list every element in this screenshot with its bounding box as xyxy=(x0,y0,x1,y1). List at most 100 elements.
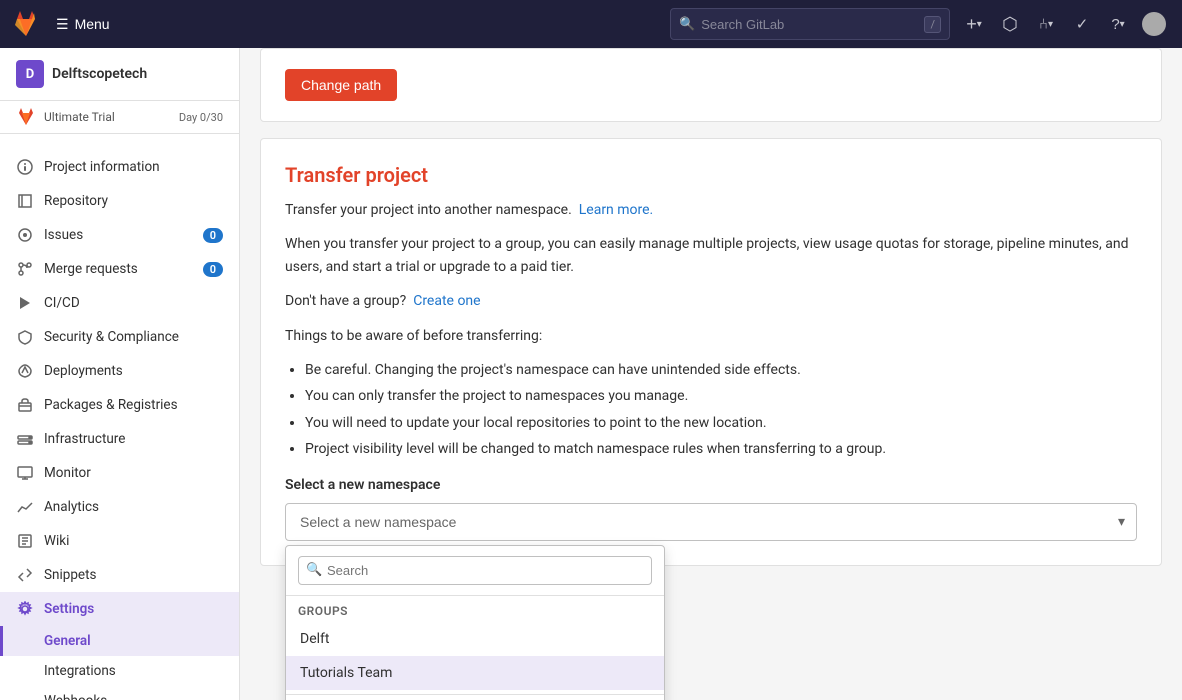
search-input[interactable] xyxy=(701,17,918,32)
user-avatar-button[interactable] xyxy=(1138,8,1170,40)
todos-button[interactable]: ✓ xyxy=(1066,8,1098,40)
todo-icon: ✓ xyxy=(1076,15,1089,33)
packages-icon xyxy=(16,396,34,414)
trial-banner: Ultimate Trial Day 0/30 xyxy=(0,101,239,134)
namespace-select-wrapper: Select a new namespace ▾ 🔍 Groups Delft xyxy=(285,503,1137,541)
sidebar-sub-item-general[interactable]: General xyxy=(0,626,239,656)
bullet-2: You will need to update your local repos… xyxy=(305,412,1137,434)
trial-badge: Day 0/30 xyxy=(179,111,223,124)
transfer-bullets: Be careful. Changing the project's names… xyxy=(305,359,1137,461)
sidebar-item-issues[interactable]: Issues 0 xyxy=(0,218,239,252)
namespace-select[interactable]: Select a new namespace xyxy=(285,503,1137,541)
repository-icon xyxy=(16,192,34,210)
org-name: Delftscopetech xyxy=(52,66,147,82)
monitor-icon xyxy=(16,464,34,482)
bullet-0: Be careful. Changing the project's names… xyxy=(305,359,1137,381)
sidebar-item-merge-requests[interactable]: Merge requests 0 xyxy=(0,252,239,286)
sidebar: D Delftscopetech Ultimate Trial Day 0/30… xyxy=(0,48,240,700)
search-icon: 🔍 xyxy=(679,17,695,32)
bullet-1: You can only transfer the project to nam… xyxy=(305,385,1137,407)
sidebar-item-repository[interactable]: Repository xyxy=(0,184,239,218)
deployments-icon xyxy=(16,362,34,380)
issues-icon xyxy=(16,226,34,244)
transfer-group-prompt: Don't have a group? Create one xyxy=(285,290,1137,312)
infrastructure-icon xyxy=(16,430,34,448)
settings-icon xyxy=(16,600,34,618)
sub-item-label: General xyxy=(44,633,91,649)
code-review-button[interactable]: ⬡ xyxy=(994,8,1026,40)
dropdown-divider xyxy=(286,694,664,695)
project-information-icon xyxy=(16,158,34,176)
sidebar-nav: Project information Repository Issues 0 xyxy=(0,142,239,700)
code-review-icon: ⬡ xyxy=(1002,14,1018,35)
menu-button[interactable]: ☰ Menu xyxy=(48,10,118,39)
sidebar-item-infrastructure[interactable]: Infrastructure xyxy=(0,422,239,456)
sidebar-item-deployments[interactable]: Deployments xyxy=(0,354,239,388)
sidebar-item-label: Wiki xyxy=(44,533,223,549)
sidebar-item-label: Infrastructure xyxy=(44,431,223,447)
help-icon: ? xyxy=(1111,16,1119,33)
gitlab-small-logo xyxy=(16,107,36,127)
learn-more-link[interactable]: Learn more. xyxy=(579,202,654,218)
sub-item-label: Integrations xyxy=(44,663,116,679)
sidebar-org-header: D Delftscopetech xyxy=(0,48,239,101)
sidebar-item-label: Merge requests xyxy=(44,261,193,277)
wiki-icon xyxy=(16,532,34,550)
sidebar-item-wiki[interactable]: Wiki xyxy=(0,524,239,558)
sidebar-item-security-compliance[interactable]: Security & Compliance xyxy=(0,320,239,354)
sidebar-item-project-information[interactable]: Project information xyxy=(0,150,239,184)
topnav: ☰ Menu 🔍 / + ▾ ⬡ ⑃ ▾ ✓ ? ▾ xyxy=(0,0,1182,48)
merge-requests-icon xyxy=(16,260,34,278)
namespace-dropdown: 🔍 Groups Delft Tutorials Team Users xyxy=(285,545,665,700)
menu-label: Menu xyxy=(75,16,110,32)
search-shortcut: / xyxy=(924,16,941,33)
sidebar-sub-item-webhooks[interactable]: Webhooks xyxy=(0,686,239,700)
sidebar-sub-item-integrations[interactable]: Integrations xyxy=(0,656,239,686)
dropdown-item-delft[interactable]: Delft xyxy=(286,622,664,656)
dropdown-search-input-wrap: 🔍 xyxy=(298,556,652,585)
dont-have-group-text: Don't have a group? xyxy=(285,293,406,309)
change-path-section: Change path xyxy=(260,48,1162,122)
sidebar-item-monitor[interactable]: Monitor xyxy=(0,456,239,490)
things-header: Things to be aware of before transferrin… xyxy=(285,325,1137,347)
sidebar-item-label: Snippets xyxy=(44,567,223,583)
dropdown-search-input[interactable] xyxy=(298,556,652,585)
bullet-3: Project visibility level will be changed… xyxy=(305,438,1137,460)
dropdown-search-area: 🔍 xyxy=(286,546,664,596)
merge-requests-badge: 0 xyxy=(203,262,223,277)
sidebar-item-label: Analytics xyxy=(44,499,223,515)
snippets-icon xyxy=(16,566,34,584)
sub-item-label: Webhooks xyxy=(44,693,107,700)
transfer-desc2: When you transfer your project to a grou… xyxy=(285,233,1137,278)
help-dropdown-icon: ▾ xyxy=(1120,19,1125,30)
dropdown-item-tutorials-team[interactable]: Tutorials Team xyxy=(286,656,664,690)
sidebar-item-label: Deployments xyxy=(44,363,223,379)
transfer-title: Transfer project xyxy=(285,163,1137,187)
gitlab-logo xyxy=(12,10,40,38)
topnav-actions: + ▾ ⬡ ⑃ ▾ ✓ ? ▾ xyxy=(958,8,1170,40)
merge-requests-button[interactable]: ⑃ ▾ xyxy=(1030,8,1062,40)
sidebar-item-analytics[interactable]: Analytics xyxy=(0,490,239,524)
groups-section-label: Groups xyxy=(286,596,664,622)
sidebar-item-settings[interactable]: Settings xyxy=(0,592,239,626)
org-avatar: D xyxy=(16,60,44,88)
sidebar-item-label: Repository xyxy=(44,193,223,209)
sidebar-item-snippets[interactable]: Snippets xyxy=(0,558,239,592)
sidebar-item-label: Settings xyxy=(44,601,223,617)
sidebar-item-label: Packages & Registries xyxy=(44,397,223,413)
sidebar-item-label: Issues xyxy=(44,227,193,243)
merge-icon: ⑃ xyxy=(1039,16,1048,33)
merge-dropdown-icon: ▾ xyxy=(1048,19,1053,30)
sidebar-item-cicd[interactable]: CI/CD xyxy=(0,286,239,320)
transfer-desc1-text: Transfer your project into another names… xyxy=(285,202,572,218)
create-one-link[interactable]: Create one xyxy=(413,293,480,309)
trial-name: Ultimate Trial xyxy=(44,110,171,124)
transfer-desc1: Transfer your project into another names… xyxy=(285,199,1137,221)
sidebar-item-label: Monitor xyxy=(44,465,223,481)
search-bar[interactable]: 🔍 / xyxy=(670,8,950,40)
sidebar-item-packages[interactable]: Packages & Registries xyxy=(0,388,239,422)
avatar xyxy=(1142,12,1166,36)
create-button[interactable]: + ▾ xyxy=(958,8,990,40)
change-path-button[interactable]: Change path xyxy=(285,69,397,101)
help-button[interactable]: ? ▾ xyxy=(1102,8,1134,40)
